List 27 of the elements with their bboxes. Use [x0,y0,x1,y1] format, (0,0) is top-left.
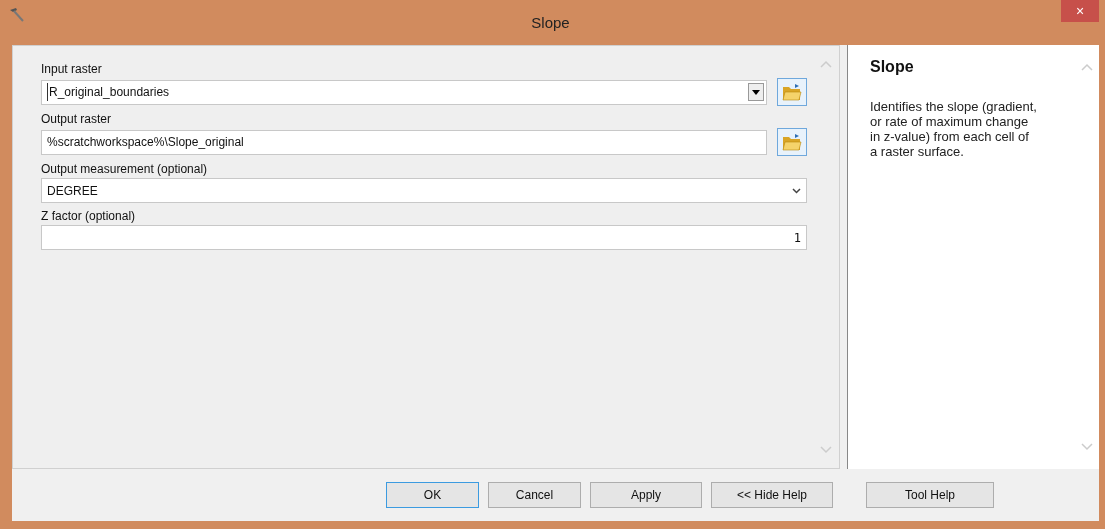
chevron-down-icon [792,187,801,194]
help-text: Identifies the slope (gradient, or rate of maximum change in z-value) from each cell of a raster surface. [870,99,1038,159]
folder-icon [782,83,802,101]
folder-icon [782,133,802,151]
hammer-icon [8,6,26,24]
output-raster-field[interactable]: %scratchworkspace%\Slope_original [41,129,767,155]
scroll-down-icon[interactable] [1081,443,1093,451]
parameter-label: Output measurement (optional) [41,161,209,178]
window-title: Slope [531,14,570,31]
dialog-button[interactable]: << Hide Help [711,482,833,508]
dialog-button[interactable]: Cancel [488,482,581,508]
browse-button[interactable] [777,128,807,156]
z-factor-field[interactable]: 1 [41,225,807,250]
parameter-label: Z factor (optional) [41,208,137,225]
help-title: Slope [870,57,915,77]
scroll-up-icon[interactable] [820,60,832,68]
dialog-button[interactable]: Tool Help [866,482,994,508]
dialog-button[interactable]: OK [386,482,479,508]
parameter-label: Output raster [41,111,113,128]
close-button[interactable]: × [1061,0,1099,22]
browse-button[interactable] [777,78,807,106]
parameter-label: Input raster [41,61,103,78]
scroll-up-icon[interactable] [1081,63,1093,71]
input-raster-combobox[interactable]: R_original_boundaries [41,79,767,105]
measurement-dropdown[interactable]: DEGREE [41,178,807,203]
dialog-button[interactable]: Apply [590,482,702,508]
scroll-down-icon[interactable] [820,446,832,454]
